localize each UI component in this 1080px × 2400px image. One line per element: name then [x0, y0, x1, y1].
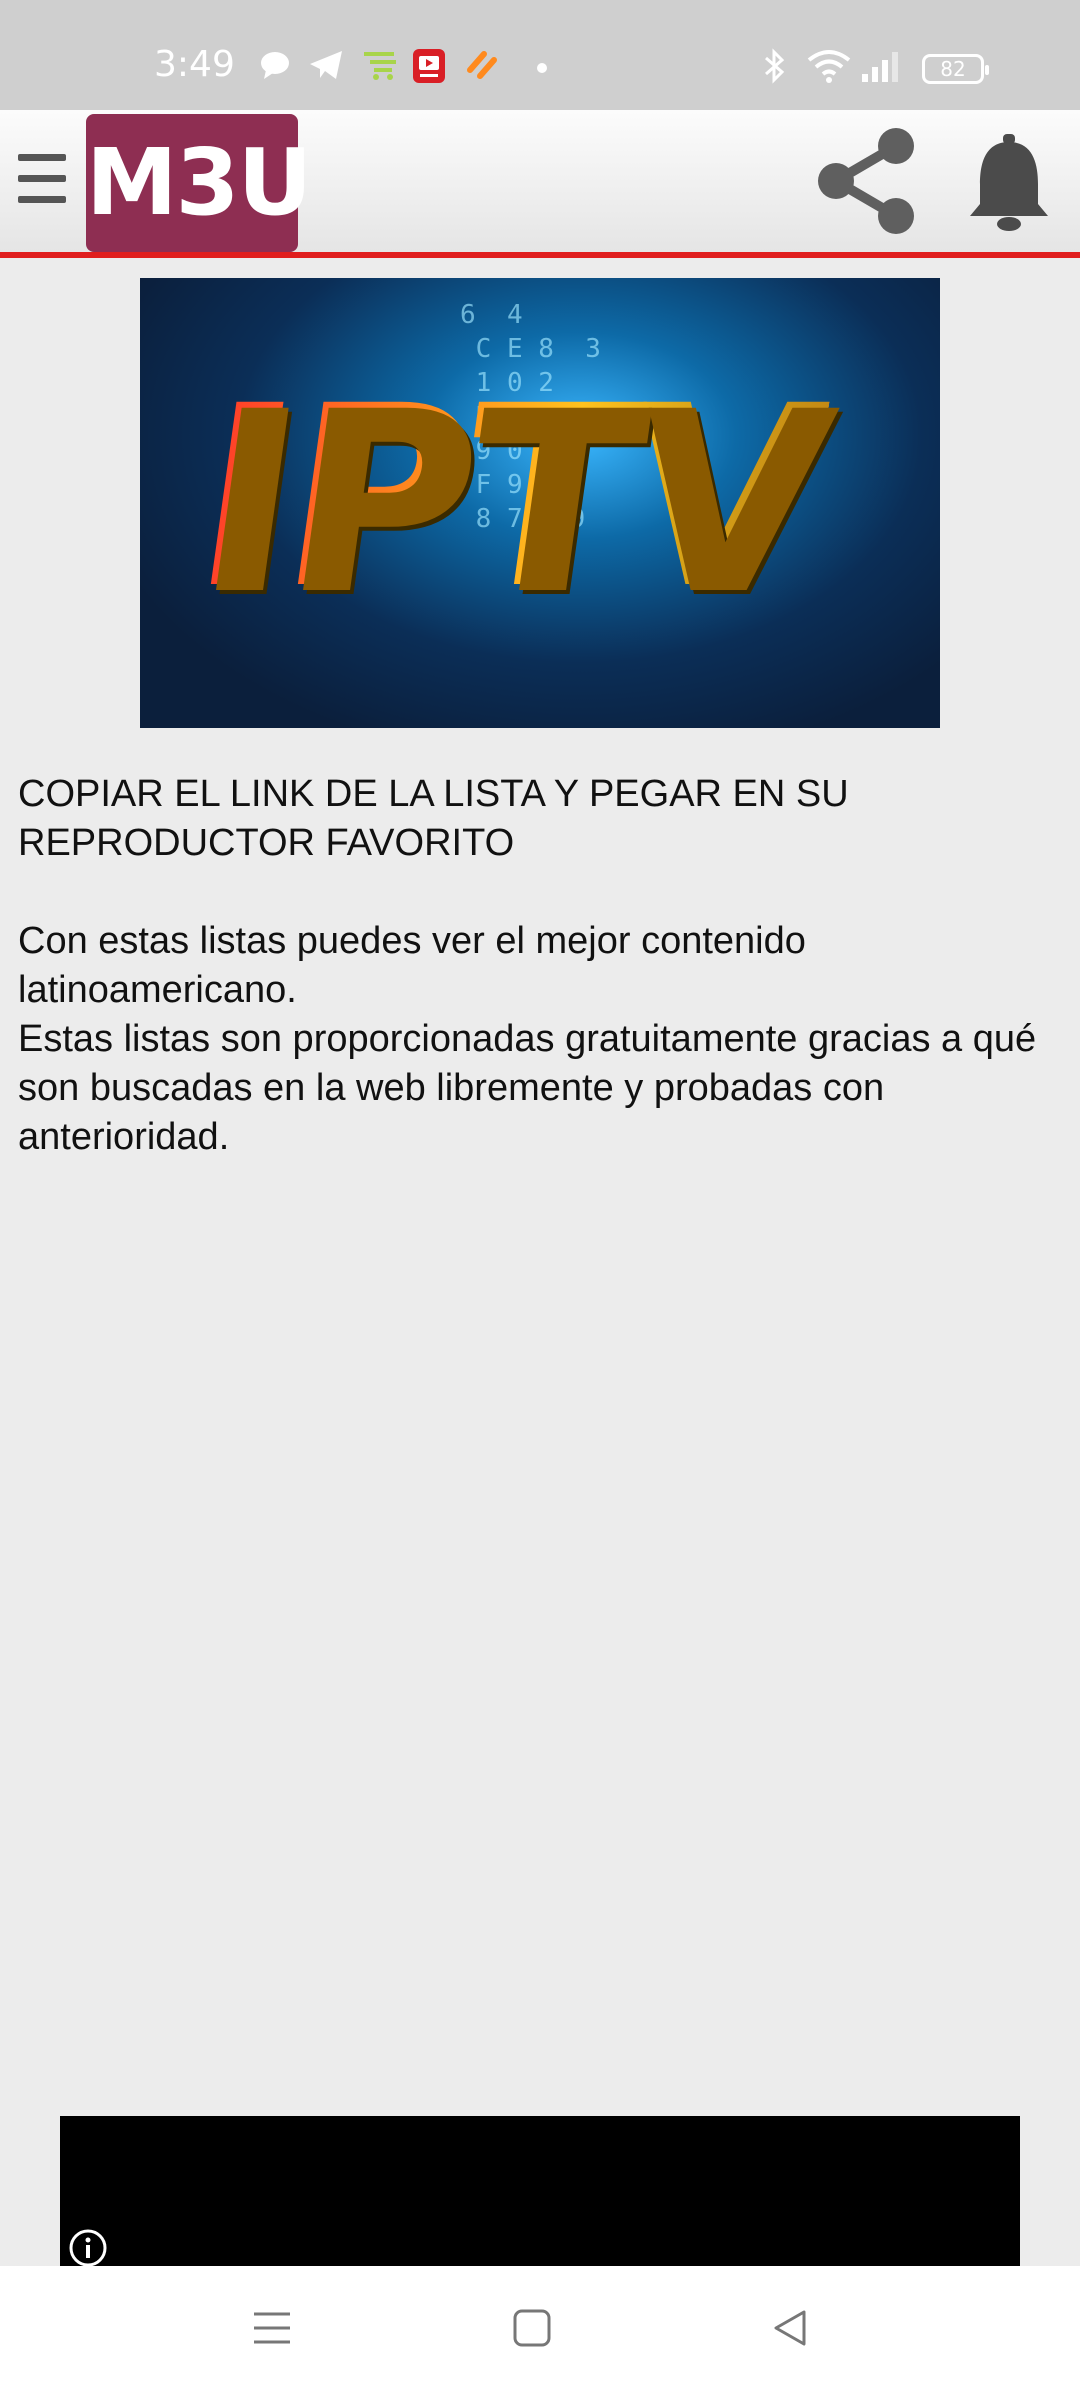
orange-app-icon	[467, 51, 497, 79]
battery-icon: 82	[922, 54, 989, 84]
iptv-banner-image: 6 4 C E 8 3 1 0 2 B 8 4 D 9 0 D F 9 C 8 …	[140, 278, 940, 728]
info-icon[interactable]	[68, 2228, 108, 2268]
telegram-icon	[310, 51, 342, 79]
status-time: 3:49	[154, 44, 235, 85]
content-text: COPIAR EL LINK DE LA LISTA Y PEGAR EN SU…	[18, 770, 1058, 1162]
tv-app-icon	[413, 49, 445, 83]
menu-icon[interactable]	[18, 154, 66, 210]
dot-icon	[537, 63, 547, 73]
status-bar: 3:49 82	[0, 0, 1080, 110]
ad-banner[interactable]	[60, 2116, 1020, 2268]
home-icon[interactable]	[512, 2308, 552, 2348]
bell-icon[interactable]	[966, 132, 1052, 232]
signal-icon	[862, 52, 898, 82]
chat-icon	[261, 52, 289, 79]
wifi-icon	[807, 50, 851, 83]
back-icon[interactable]	[770, 2308, 810, 2348]
instruction-heading: COPIAR EL LINK DE LA LISTA Y PEGAR EN SU…	[18, 773, 849, 864]
bluetooth-icon	[765, 48, 785, 84]
share-icon[interactable]	[814, 126, 916, 236]
cart-icon	[364, 52, 396, 80]
navigation-bar	[0, 2266, 1080, 2400]
app-logo[interactable]: M3U	[86, 114, 312, 252]
recents-icon[interactable]	[252, 2308, 292, 2348]
hero-title: IPTV	[179, 348, 837, 648]
paragraph-content: Con estas listas puedes ver el mejor con…	[18, 920, 806, 1011]
app-header: M3U	[0, 110, 1080, 258]
paragraph-lists: Estas listas son proporcionadas gratuita…	[18, 1018, 1037, 1158]
